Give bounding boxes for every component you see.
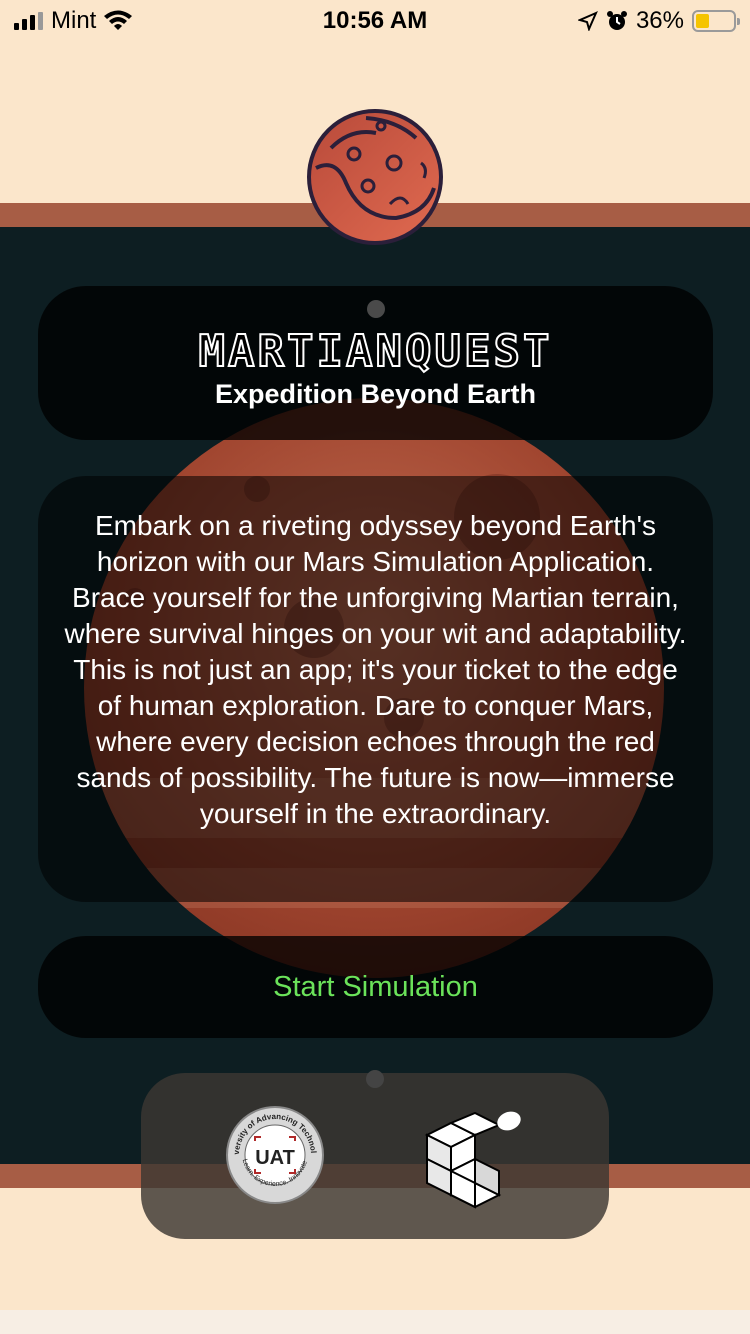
status-bar: Mint 10:56 AM 36%	[0, 0, 750, 42]
partner-logos-card: University of Advancing Technology Learn…	[141, 1070, 609, 1239]
location-icon	[577, 11, 598, 31]
uat-logo[interactable]: University of Advancing Technology Learn…	[222, 1098, 325, 1205]
app-title: MARTIANQUEST	[198, 325, 553, 378]
battery-icon	[692, 10, 740, 32]
description-card: Embark on a riveting odyssey beyond Eart…	[38, 476, 713, 902]
battery-fill	[696, 14, 709, 28]
start-simulation-button[interactable]: Start Simulation	[273, 971, 478, 1004]
decorative-dot	[366, 300, 385, 318]
app-subtitle: Expedition Beyond Earth	[214, 379, 537, 409]
title-card: MARTIANQUEST Expedition Beyond Earth	[38, 286, 713, 440]
mars-logo-icon	[306, 108, 444, 246]
battery-percent: 36%	[635, 7, 684, 34]
uat-initials: UAT	[255, 1147, 295, 1169]
decorative-dot	[366, 1070, 384, 1088]
description-text: Embark on a riveting odyssey beyond Eart…	[64, 510, 687, 829]
cube-logo-icon[interactable]	[421, 1109, 525, 1213]
alarm-icon	[606, 11, 627, 30]
start-card: Start Simulation	[38, 936, 713, 1038]
home-indicator-area	[0, 1310, 750, 1334]
status-right: 36%	[577, 7, 740, 35]
